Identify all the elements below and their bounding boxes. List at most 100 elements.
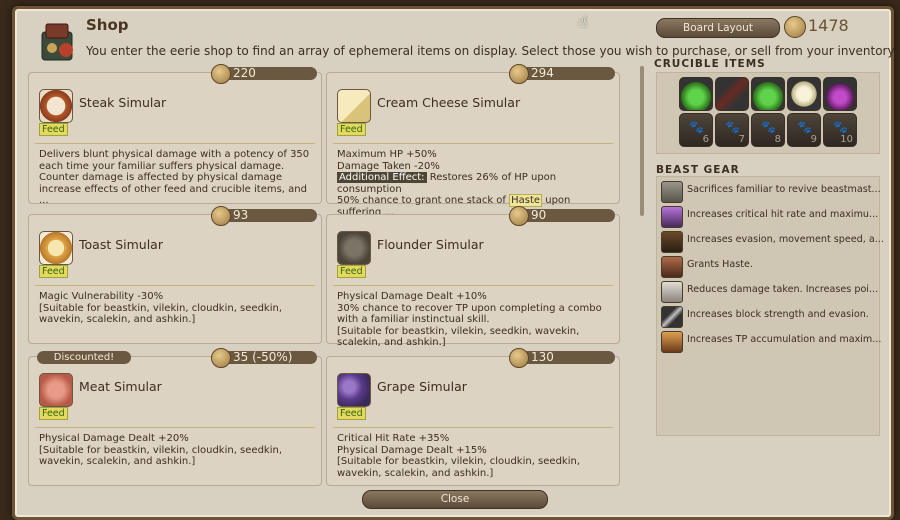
gear-description: Sacrifices familiar to revive beastmast.… [687,184,881,195]
slot-number: 10 [840,134,853,145]
item-price: 90 [531,208,547,222]
item-list-scrollbar[interactable] [640,66,644,216]
item-price: 93 [233,208,249,222]
item-description: Critical Hit Rate +35% Physical Damage D… [337,433,581,479]
beast-gear-item[interactable]: Increases critical hit rate and maximu..… [661,206,879,228]
gear-description: Increases TP accumulation and maxim... [687,334,882,345]
desc-line: Additional Effect: Restores 26% of HP up… [337,172,611,195]
figure-icon [661,281,683,303]
divider [333,143,613,144]
crucible-slot-green-potion-icon[interactable] [751,77,785,111]
crucible-slot-empty[interactable]: 🐾 6 [679,113,713,147]
coin-icon [211,206,231,226]
paw-icon: 🐾 [833,120,848,134]
shop-item-toast[interactable]: 93 Toast Simular Feed Magic Vulnerabilit… [28,206,322,344]
crystal-icon [661,206,683,228]
flounder-icon [337,231,371,265]
paw-icon: 🐾 [797,120,812,134]
item-price: 130 [531,350,554,364]
beast-gear-item[interactable]: Reduces damage taken. Increases poi... [661,281,878,303]
item-name: Grape Simular [377,379,467,394]
gil-coin-icon [784,16,806,38]
item-description: Delivers blunt physical damage with a po… [39,149,310,206]
item-description: Maximum HP +50% Damage Taken -20% Additi… [337,149,611,218]
board-layout-button[interactable]: Board Layout [656,18,780,38]
item-price: 35 (-50%) [233,350,293,364]
meat-icon [39,373,73,407]
item-type-label: Feed [337,123,366,136]
crucible-items-title: CRUCIBLE ITEMS [654,58,766,70]
shop-item-steak[interactable]: 220 Steak Simular Feed Delivers blunt ph… [28,64,322,206]
close-button[interactable]: Close [362,490,548,509]
chest-icon [661,256,683,278]
shop-item-flounder[interactable]: 90 Flounder Simular Feed Physical Damage… [326,206,620,348]
discount-tag: Discounted! [37,351,131,364]
beast-gear-item[interactable]: Increases TP accumulation and maxim... [661,331,881,353]
crucible-items-panel: 🐾 6 🐾 7 🐾 8 🐾 9 🐾 10 [656,72,880,154]
crucible-slot-green-potion-icon[interactable] [679,77,713,111]
slot-number: 7 [738,134,745,145]
crucible-slot-empty[interactable]: 🐾 8 [751,113,785,147]
item-name: Toast Simular [79,237,163,252]
price-bar: 35 (-50%) [211,348,317,368]
price-bar: 93 [211,206,317,226]
gear-description: Increases block strength and evasion. [687,309,869,320]
shop-item-meat[interactable]: Discounted! 35 (-50%) Meat Simular Feed … [28,348,322,486]
price-bar: 294 [509,64,615,84]
boots-icon [661,231,683,253]
shop-item-grape[interactable]: 130 Grape Simular Feed Critical Hit Rate… [326,348,620,486]
coin-icon [509,348,529,368]
divider [333,285,613,286]
item-price: 220 [233,66,256,80]
price-bar: 90 [509,206,615,226]
crucible-slot-flower-icon[interactable] [787,77,821,111]
divider [35,427,315,428]
shop-item-cream-cheese[interactable]: 294 Cream Cheese Simular Feed Maximum HP… [326,64,620,218]
item-type-label: Feed [39,407,68,420]
crucible-slot-empty[interactable]: 🐾 10 [823,113,857,147]
item-type-label: Feed [39,265,68,278]
beast-gear-item[interactable]: Increases evasion, movement speed, a... [661,231,884,253]
crucible-slot-purple-vial-icon[interactable] [823,77,857,111]
gear-description: Grants Haste. [687,259,753,270]
shop-bag-icon [36,18,80,64]
beast-gear-title: BEAST GEAR [656,164,740,176]
haste-keyword[interactable]: Haste [509,194,543,207]
toast-icon [39,231,73,265]
gil-amount: 1478 [808,16,849,35]
window-title: Shop [86,16,129,34]
divider [333,427,613,428]
cheese-icon [337,89,371,123]
divider [35,285,315,286]
crucible-slot-horn-icon[interactable] [715,77,749,111]
coin-icon [211,348,231,368]
paw-icon: 🐾 [689,120,704,134]
paw-icon: 🐾 [761,120,776,134]
gear-description: Increases critical hit rate and maximu..… [687,209,879,220]
helm-icon [661,181,683,203]
item-type-label: Feed [337,265,366,278]
blade-icon [661,306,683,328]
steak-icon [39,89,73,123]
gear-description: Increases evasion, movement speed, a... [687,234,884,245]
crucible-slot-empty[interactable]: 🐾 9 [787,113,821,147]
desc-line: Maximum HP +50% [337,149,437,160]
desc-line: Damage Taken -20% [337,160,440,172]
desc-text: 50% chance to grant one stack of [337,195,510,206]
beast-gear-item[interactable]: Sacrifices familiar to revive beastmast.… [661,181,881,203]
price-bar: 130 [509,348,615,368]
item-description: Magic Vulnerability -30% [Suitable for b… [39,291,283,325]
slot-number: 6 [702,134,709,145]
crucible-slot-empty[interactable]: 🐾 7 [715,113,749,147]
item-name: Cream Cheese Simular [377,95,521,110]
additional-effect-label: Additional Effect: [337,172,427,183]
item-description: Physical Damage Dealt +20% [Suitable for… [39,433,283,467]
window-description: You enter the eerie shop to find an arra… [86,44,897,58]
beast-gear-item[interactable]: Grants Haste. [661,256,877,278]
divider [35,143,315,144]
item-type-label: Feed [39,123,68,136]
item-price: 294 [531,66,554,80]
coin-icon [211,64,231,84]
beast-gear-item[interactable]: Increases block strength and evasion. [661,306,877,328]
price-bar: 220 [211,64,317,84]
